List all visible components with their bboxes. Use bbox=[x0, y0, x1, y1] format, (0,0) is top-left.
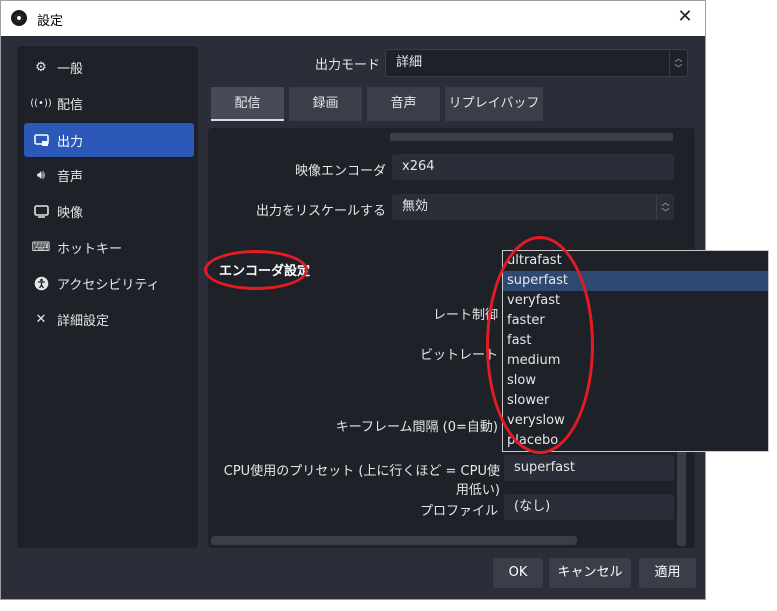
sidebar-item-advanced[interactable]: ✕ 詳細設定 bbox=[24, 302, 194, 336]
output-mode-label: 出力モード bbox=[314, 58, 380, 73]
preset-option[interactable]: ultrafast bbox=[503, 251, 768, 271]
video-encoder-label: 映像エンコーダ bbox=[294, 164, 386, 179]
tab-stream[interactable]: 配信 bbox=[211, 87, 284, 121]
title-bar: 設定 ✕ bbox=[1, 1, 705, 36]
output-mode-value: 詳細 bbox=[396, 55, 423, 70]
preset-option-selected[interactable]: superfast bbox=[503, 271, 768, 291]
output-icon bbox=[33, 132, 49, 148]
sidebar-item-audio[interactable]: 🔊︎ 音声 bbox=[24, 158, 194, 192]
rescale-label: 出力をリスケールする bbox=[255, 204, 386, 219]
apply-button[interactable]: 適用 bbox=[639, 558, 696, 588]
sidebar-item-label: 詳細設定 bbox=[57, 313, 110, 329]
sidebar-item-label: 音声 bbox=[57, 169, 84, 185]
sidebar-item-label: 出力 bbox=[57, 134, 84, 150]
close-icon[interactable]: ✕ bbox=[673, 5, 697, 29]
encoder-settings-heading: エンコーダ設定 bbox=[219, 264, 311, 279]
cancel-button[interactable]: キャンセル bbox=[549, 558, 631, 588]
preset-option[interactable]: fast bbox=[503, 331, 768, 351]
rate-control-label: レート制御 bbox=[432, 308, 498, 323]
chevron-updown-icon: ︿ ﹀ bbox=[656, 194, 674, 220]
sidebar-item-label: ホットキー bbox=[57, 241, 123, 257]
preset-option[interactable]: faster bbox=[503, 311, 768, 331]
preset-option[interactable]: placebo bbox=[503, 431, 768, 451]
sidebar-item-stream[interactable]: ((•)) 配信 bbox=[24, 86, 194, 120]
bitrate-label: ビットレート bbox=[419, 348, 498, 363]
sidebar-item-label: 配信 bbox=[57, 97, 84, 113]
rescale-value: 無効 bbox=[402, 199, 429, 214]
profile-label: プロファイル bbox=[419, 504, 498, 519]
preset-option[interactable]: slower bbox=[503, 391, 768, 411]
horizontal-scrollbar[interactable] bbox=[211, 536, 577, 545]
obs-logo-icon bbox=[11, 10, 27, 26]
gear-icon: ⚙ bbox=[35, 59, 47, 75]
preset-option[interactable]: veryfast bbox=[503, 291, 768, 311]
window-title: 設定 bbox=[37, 14, 64, 29]
sidebar-item-label: 映像 bbox=[57, 205, 84, 221]
profile-select[interactable]: (なし) bbox=[504, 494, 674, 520]
preset-option[interactable]: medium bbox=[503, 351, 768, 371]
tab-replay-buffer[interactable]: リプレイバッファ bbox=[445, 87, 543, 145]
sidebar-item-accessibility[interactable]: アクセシビリティ bbox=[24, 266, 194, 300]
keyframe-interval-label: キーフレーム間隔 (0=自動) bbox=[335, 420, 498, 435]
sidebar-item-video[interactable]: 映像 bbox=[24, 194, 194, 228]
rescale-select[interactable]: 無効 ︿ ﹀ bbox=[392, 194, 674, 220]
accessibility-icon bbox=[33, 275, 49, 291]
sidebar-item-label: アクセシビリティ bbox=[57, 277, 160, 293]
preset-option[interactable]: veryslow bbox=[503, 411, 768, 431]
tab-recording[interactable]: 録画 bbox=[289, 87, 362, 121]
top-scrollbar[interactable] bbox=[390, 133, 673, 141]
speaker-icon: 🔊︎ bbox=[36, 167, 46, 183]
tools-icon: ✕ bbox=[35, 311, 47, 327]
cpu-preset-label: CPU使用のプリセット (上に行くほど = CPU使用低い) bbox=[223, 464, 500, 498]
video-encoder-select[interactable]: x264 bbox=[392, 154, 674, 180]
desktop-background bbox=[706, 570, 777, 611]
sidebar-item-label: 一般 bbox=[57, 61, 84, 77]
output-mode-select[interactable]: 詳細 ︿ ﹀ bbox=[385, 49, 688, 77]
ok-button[interactable]: OK bbox=[493, 558, 543, 588]
monitor-icon bbox=[33, 203, 49, 219]
broadcast-icon: ((•)) bbox=[30, 97, 52, 109]
cpu-preset-select[interactable]: superfast bbox=[504, 455, 674, 481]
preset-dropdown-list[interactable]: ultrafast superfast veryfast faster fast… bbox=[502, 250, 769, 452]
sidebar-item-hotkeys[interactable]: ⌨ ホットキー bbox=[24, 230, 194, 264]
sidebar-item-output[interactable]: 出力 bbox=[24, 123, 194, 157]
chevron-updown-icon: ︿ ﹀ bbox=[669, 50, 687, 76]
tab-audio[interactable]: 音声 bbox=[367, 87, 440, 121]
sidebar: ⚙ 一般 ((•)) 配信 出力 🔊︎ 音声 映像 ⌨ ホットキー アクセシビリ… bbox=[17, 46, 198, 548]
keyboard-icon: ⌨ bbox=[31, 239, 51, 255]
sidebar-item-general[interactable]: ⚙ 一般 bbox=[24, 50, 194, 84]
preset-option[interactable]: slow bbox=[503, 371, 768, 391]
